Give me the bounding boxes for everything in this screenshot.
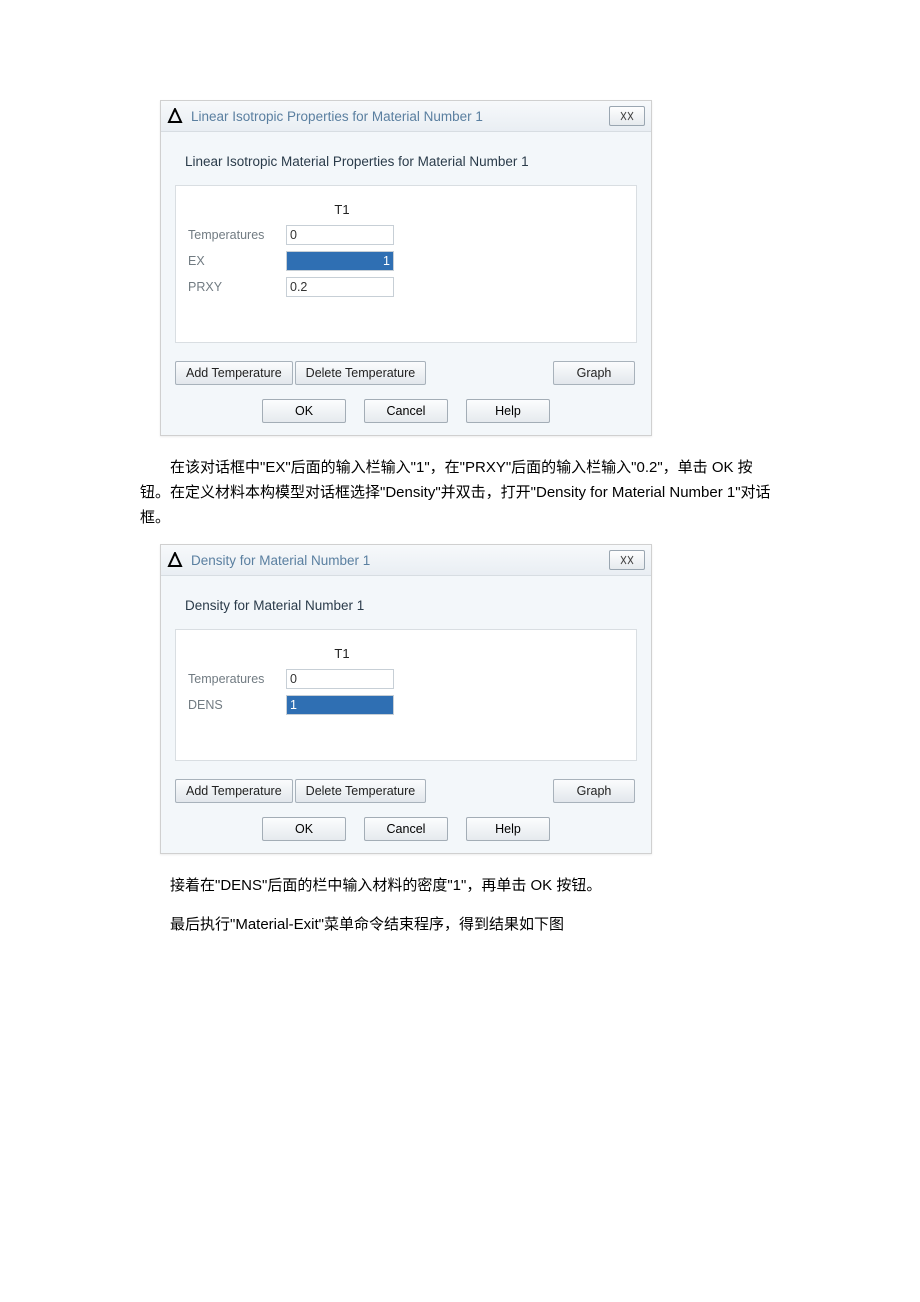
- ex-input[interactable]: [286, 251, 394, 271]
- add-temperature-button[interactable]: Add Temperature: [175, 361, 293, 385]
- dens-input[interactable]: [286, 695, 394, 715]
- temperatures-input[interactable]: [286, 669, 394, 689]
- paragraph-2: 接着在"DENS"后面的栏中输入材料的密度"1"，再单击 OK 按钮。: [140, 874, 780, 899]
- delete-temperature-button[interactable]: Delete Temperature: [295, 361, 427, 385]
- ansys-icon: [167, 552, 183, 568]
- ansys-icon: [167, 108, 183, 124]
- help-button[interactable]: Help: [466, 817, 550, 841]
- density-dialog: Density for Material Number 1 Density fo…: [160, 544, 652, 854]
- prxy-input[interactable]: [286, 277, 394, 297]
- dialog1-main-buttons: OK Cancel Help: [161, 393, 651, 435]
- dialog2-grid: T1 Temperatures DENS: [175, 629, 637, 761]
- delete-temperature-button[interactable]: Delete Temperature: [295, 779, 427, 803]
- close-icon[interactable]: [609, 550, 645, 570]
- dialog2-titlebar: Density for Material Number 1: [161, 545, 651, 576]
- col-header-t1: T1: [286, 646, 398, 661]
- temperatures-input[interactable]: [286, 225, 394, 245]
- help-button[interactable]: Help: [466, 399, 550, 423]
- ok-button[interactable]: OK: [262, 817, 346, 841]
- temperatures-label: Temperatures: [186, 672, 286, 686]
- linear-isotropic-dialog: Linear Isotropic Properties for Material…: [160, 100, 652, 436]
- dialog1-section-title: Linear Isotropic Material Properties for…: [161, 132, 651, 179]
- ex-label: EX: [186, 254, 286, 268]
- temperatures-label: Temperatures: [186, 228, 286, 242]
- graph-button[interactable]: Graph: [553, 361, 635, 385]
- cancel-button[interactable]: Cancel: [364, 817, 448, 841]
- dialog2-temp-buttons: Add Temperature Delete Temperature Graph: [161, 771, 651, 811]
- paragraph-3: 最后执行"Material-Exit"菜单命令结束程序，得到结果如下图: [140, 913, 780, 938]
- dialog1-title: Linear Isotropic Properties for Material…: [191, 109, 609, 124]
- ok-button[interactable]: OK: [262, 399, 346, 423]
- graph-button[interactable]: Graph: [553, 779, 635, 803]
- close-icon[interactable]: [609, 106, 645, 126]
- cancel-button[interactable]: Cancel: [364, 399, 448, 423]
- dialog1-temp-buttons: Add Temperature Delete Temperature Graph: [161, 353, 651, 393]
- dialog2-title: Density for Material Number 1: [191, 553, 609, 568]
- dialog1-titlebar: Linear Isotropic Properties for Material…: [161, 101, 651, 132]
- add-temperature-button[interactable]: Add Temperature: [175, 779, 293, 803]
- dialog1-grid: T1 Temperatures EX PRXY: [175, 185, 637, 343]
- col-header-t1: T1: [286, 202, 398, 217]
- prxy-label: PRXY: [186, 280, 286, 294]
- paragraph-1: 在该对话框中"EX"后面的输入栏输入"1"，在"PRXY"后面的输入栏输入"0.…: [140, 456, 780, 530]
- dialog2-section-title: Density for Material Number 1: [161, 576, 651, 623]
- dialog2-main-buttons: OK Cancel Help: [161, 811, 651, 853]
- dens-label: DENS: [186, 698, 286, 712]
